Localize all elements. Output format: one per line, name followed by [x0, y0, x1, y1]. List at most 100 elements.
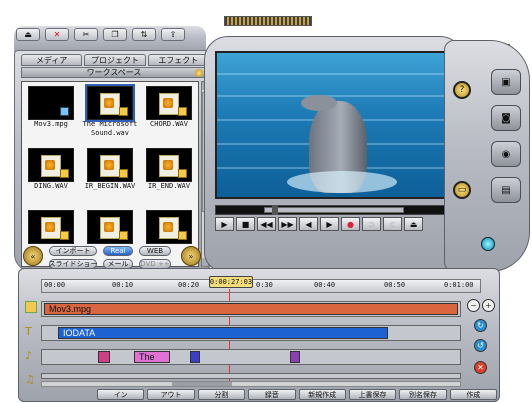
web-button[interactable]: WEB — [139, 246, 171, 256]
eject-preview-icon[interactable]: ⏏ — [404, 217, 423, 231]
media-item-label: CHORD.WAV — [150, 120, 188, 128]
note-icon — [119, 169, 128, 178]
camera-icon[interactable]: ◙ — [491, 105, 521, 131]
refresh-icon[interactable]: ↻ — [474, 319, 487, 332]
next-frame-icon[interactable]: ▶ — [320, 217, 339, 231]
text-clip[interactable]: The — [134, 351, 170, 363]
music-track-icon: ♫ — [25, 373, 35, 386]
magenta-marker[interactable] — [98, 351, 110, 363]
timeline-panel: 00:00 00:10 00:20 0:30 00:40 00:50 0:01:… — [18, 268, 500, 402]
media-item[interactable] — [143, 210, 195, 244]
media-item[interactable]: IR_BEGIN.WAV — [84, 148, 136, 191]
fast-forward-icon[interactable]: ▶▶ — [278, 217, 297, 231]
media-item-label: DING.WAV — [34, 182, 68, 190]
media-item-label: The Microsoft Sound.wav — [82, 120, 138, 137]
mark-out-icon[interactable]: ⊂ — [383, 217, 402, 231]
record-icon[interactable]: ● — [341, 217, 360, 231]
clip-icon[interactable]: ▤ — [491, 177, 521, 203]
media-item[interactable]: DING.WAV — [25, 148, 77, 191]
rewind-icon[interactable]: ◀◀ — [257, 217, 276, 231]
zoom-in-icon[interactable]: + — [482, 299, 495, 312]
prev-frame-icon[interactable]: ◀ — [299, 217, 318, 231]
tab-media[interactable]: メディア — [21, 54, 83, 66]
audio-file-icon — [41, 217, 61, 239]
right-controls: ? ▭ ▣ ◙ ◉ ▤ — [444, 40, 530, 272]
top-grill — [224, 16, 312, 26]
note-icon — [60, 231, 69, 240]
close-icon[interactable]: ✕ — [45, 28, 69, 41]
audio-thumbnail — [87, 148, 133, 182]
scrubber-handle[interactable] — [272, 205, 278, 215]
undo-icon[interactable]: ↺ — [474, 339, 487, 352]
media-item[interactable]: CHORD.WAV — [143, 86, 195, 129]
purple-marker[interactable] — [290, 351, 300, 363]
delete-icon[interactable]: ✕ — [474, 361, 487, 374]
splash-image — [287, 171, 397, 193]
capture-icon[interactable]: ▣ — [491, 69, 521, 95]
media-item-label: IR_END.WAV — [147, 182, 191, 190]
folder-icon[interactable]: ▭ — [453, 181, 471, 199]
mark-in-icon[interactable]: ⊃ — [362, 217, 381, 231]
media-tabs: メディア プロジェクト エフェクト — [21, 54, 209, 66]
scroll-thumb[interactable] — [172, 382, 232, 386]
in-button[interactable]: イン — [97, 389, 145, 400]
zoom-out-icon[interactable]: − — [467, 299, 480, 312]
preview-panel: ▶ ■ ◀◀ ▶▶ ◀ ▶ ● ⊃ ⊂ ⏏ — [204, 36, 464, 272]
media-item[interactable] — [84, 210, 136, 244]
export-icon[interactable]: ⇪ — [161, 28, 185, 41]
real-button[interactable]: Real — [103, 246, 133, 256]
workspace-bar[interactable]: ワークスペース — [21, 67, 207, 78]
cut-icon[interactable]: ✂ — [74, 28, 98, 41]
speaker-icon[interactable]: ◉ — [491, 141, 521, 167]
ruler-label: 00:50 — [384, 281, 406, 289]
media-panel: メディア プロジェクト エフェクト ワークスペース Mov3.mpg The M… — [14, 50, 216, 272]
timecode-display: 0:00:27:03 — [209, 276, 253, 288]
video-track[interactable]: Mov3.mpg — [41, 301, 461, 317]
title-clip[interactable]: IODATA — [58, 327, 388, 339]
media-item-label: Mov3.mpg — [34, 120, 68, 128]
dropdown-icon[interactable] — [195, 69, 203, 77]
media-item[interactable]: Mov3.mpg — [25, 86, 77, 129]
back-circle-button[interactable]: « — [23, 246, 43, 266]
create-button[interactable]: 作成 — [449, 389, 497, 400]
new-button[interactable]: 新規作成 — [298, 389, 346, 400]
preview-scrubber[interactable] — [215, 205, 451, 215]
copy-icon[interactable]: ❐ — [103, 28, 127, 41]
audio-file-icon — [159, 217, 179, 239]
audio-thumbnail — [146, 148, 192, 182]
blue-marker[interactable] — [190, 351, 200, 363]
title-track[interactable]: IODATA — [41, 325, 461, 341]
save-as-button[interactable]: 別名保存 — [399, 389, 447, 400]
help-icon[interactable]: ? — [453, 81, 471, 99]
app-window: _□× ⏏ ✕ ✂ ❐ ⇅ ⇪ メディア プロジェクト エフェクト ワークスペー… — [4, 12, 530, 402]
eject-icon[interactable]: ⏏ — [16, 28, 40, 41]
play-icon[interactable]: ▶ — [215, 217, 234, 231]
split-button[interactable]: 分割 — [197, 389, 246, 400]
toolbar: ⏏ ✕ ✂ ❐ ⇅ ⇪ — [14, 26, 206, 52]
forward-circle-button[interactable]: » — [181, 246, 201, 266]
media-grid: Mov3.mpg The Microsoft Sound.wav CHORD.W… — [21, 81, 199, 267]
record-audio-button[interactable]: 録音 — [248, 389, 296, 400]
media-item[interactable]: The Microsoft Sound.wav — [82, 84, 138, 138]
video-thumbnail — [28, 86, 74, 120]
media-item[interactable] — [25, 210, 77, 244]
sort-icon[interactable]: ⇅ — [132, 28, 156, 41]
tab-project[interactable]: プロジェクト — [84, 54, 146, 66]
overwrite-save-button[interactable]: 上書保存 — [348, 389, 397, 400]
audio-thumbnail — [146, 210, 192, 244]
stop-icon[interactable]: ■ — [236, 217, 255, 231]
out-button[interactable]: アウト — [147, 389, 195, 400]
media-item[interactable]: IR_END.WAV — [143, 148, 195, 191]
ruler-label: 0:01:00 — [444, 281, 474, 289]
import-button[interactable]: インポート — [49, 246, 97, 256]
audio-thumbnail — [28, 210, 74, 244]
timeline-ruler[interactable]: 00:00 00:10 00:20 0:30 00:40 00:50 0:01:… — [41, 279, 481, 293]
audio-thumbnail — [85, 84, 135, 122]
audio-file-icon — [41, 155, 61, 177]
music-track[interactable] — [41, 373, 461, 379]
tab-effect[interactable]: エフェクト — [147, 54, 209, 66]
scrubber-track[interactable] — [264, 207, 404, 213]
text-track[interactable]: The — [41, 349, 461, 365]
video-clip[interactable]: Mov3.mpg — [44, 303, 458, 315]
timeline-scrollbar[interactable] — [41, 381, 461, 387]
